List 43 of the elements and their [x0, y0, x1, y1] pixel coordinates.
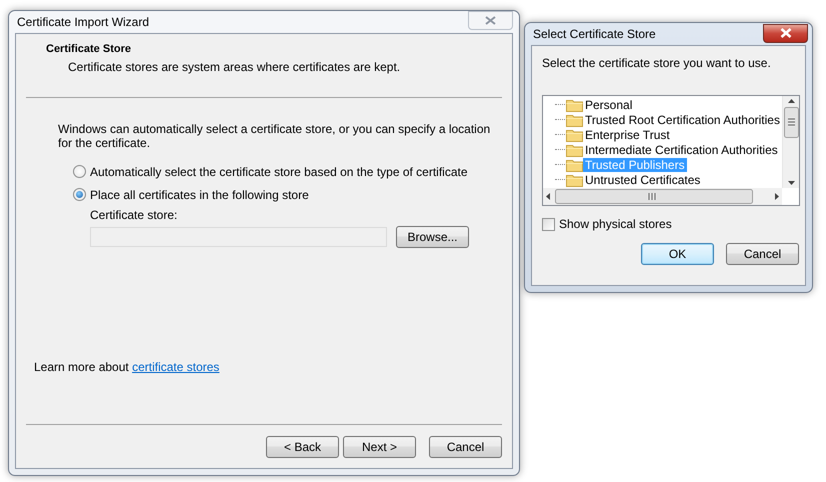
folder-icon [566, 172, 583, 186]
store-item[interactable]: Personal [583, 98, 634, 112]
store-item[interactable]: Untrusted Certificates [583, 172, 702, 186]
prompt-text: Select the certificate store you want to use. [542, 56, 772, 70]
store-item[interactable]: Intermediate Certification Authorities [583, 142, 780, 156]
scroll-up-icon[interactable] [788, 99, 794, 103]
folder-icon [566, 128, 583, 142]
page-heading: Certificate Store [46, 43, 132, 55]
intro-text: Windows can automatically select a certificate store, or you can specify a location for the certificate. [58, 122, 492, 150]
radio-label[interactable]: Place all certificates in the following store [90, 188, 309, 202]
horizontal-scrollbar[interactable] [543, 188, 782, 205]
learn-more-text: Learn more about certificate stores [34, 360, 220, 376]
store-item[interactable]: Trusted Root Certification Authorities [583, 112, 782, 126]
scroll-down-icon[interactable] [788, 181, 794, 185]
folder-icon [566, 158, 583, 172]
certificate-stores-link[interactable]: certificate stores [132, 360, 220, 374]
scrollbar-thumb[interactable] [784, 107, 798, 138]
ok-button[interactable]: OK [641, 243, 714, 265]
close-button[interactable] [763, 24, 808, 42]
store-item[interactable]: Enterprise Trust [583, 128, 672, 142]
radio-button[interactable] [73, 188, 86, 201]
field-label: Certificate store: [90, 208, 178, 222]
scroll-right-icon[interactable] [775, 193, 779, 200]
radio-button[interactable] [73, 165, 86, 178]
scrollbar-thumb[interactable] [555, 189, 753, 204]
window-title: Certificate Import Wizard [17, 15, 150, 29]
radio-label[interactable]: Automatically select the certificate store based on the type of certificate [90, 164, 468, 178]
checkbox[interactable] [542, 218, 555, 230]
cancel-button[interactable]: Cancel [429, 436, 502, 458]
close-icon [485, 16, 496, 25]
folder-icon [566, 98, 583, 112]
close-icon [780, 28, 792, 38]
next-button[interactable]: Next > [343, 436, 416, 458]
browse-button[interactable]: Browse... [396, 226, 469, 248]
scroll-left-icon[interactable] [546, 193, 550, 200]
checkbox-label[interactable]: Show physical stores [559, 217, 672, 231]
cancel-button[interactable]: Cancel [726, 243, 799, 265]
folder-icon [566, 112, 583, 126]
folder-icon [566, 142, 583, 156]
back-button[interactable]: < Back [266, 436, 339, 458]
dialog-title: Select Certificate Store [533, 27, 656, 41]
page-subheading: Certificate stores are system areas where certificates are kept. [67, 60, 402, 74]
vertical-scrollbar[interactable] [782, 96, 799, 188]
